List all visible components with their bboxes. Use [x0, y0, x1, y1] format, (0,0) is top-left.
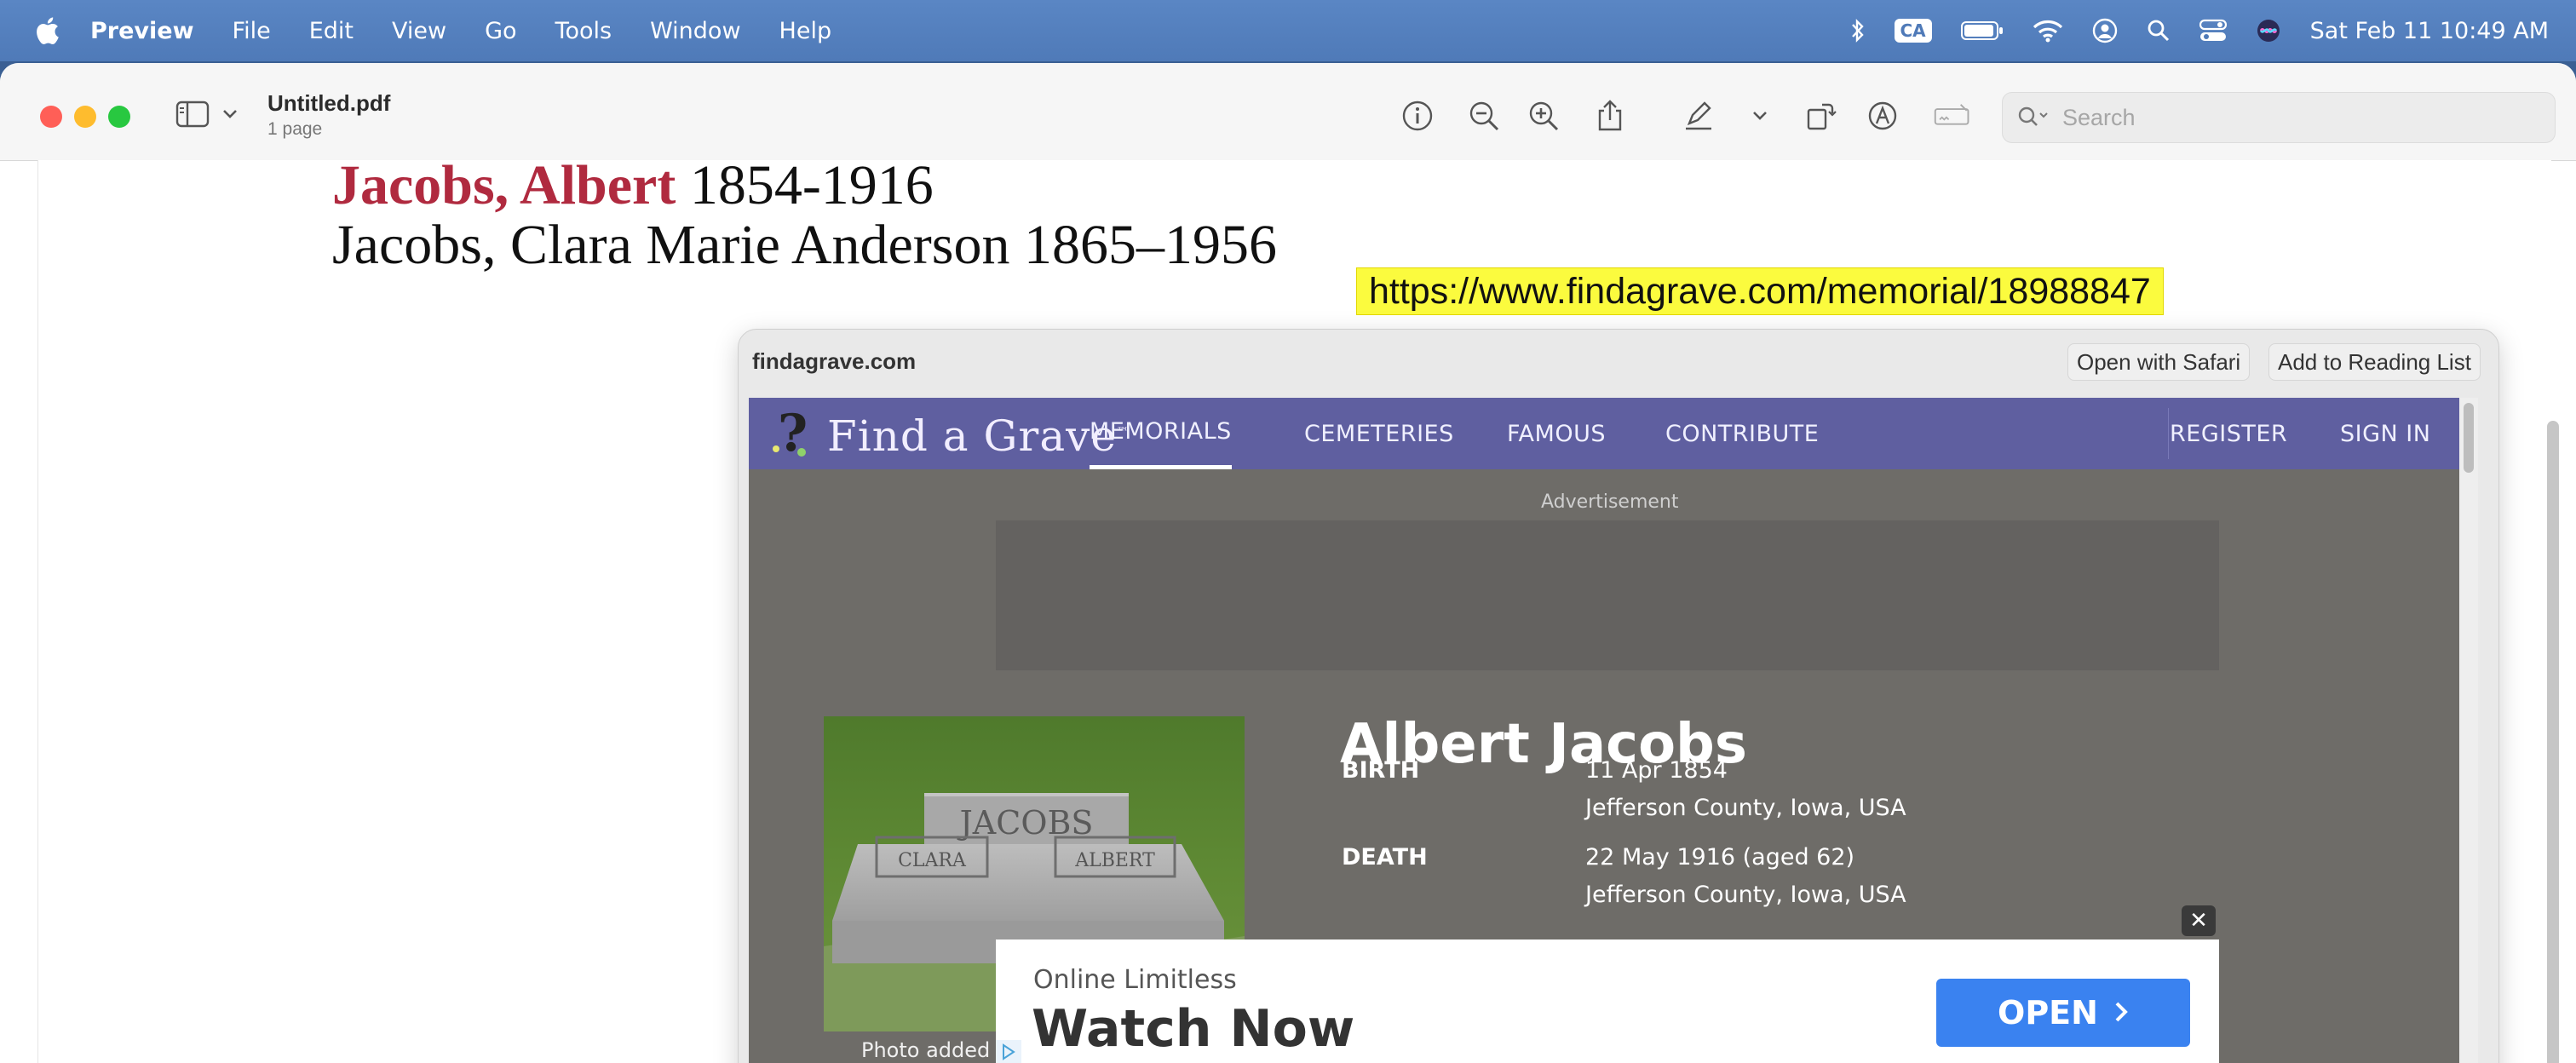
input-source-badge[interactable]: CA	[1894, 19, 1932, 43]
preview-domain: findagrave.com	[752, 348, 917, 374]
search-input[interactable]	[2061, 103, 2541, 132]
zoom-out-icon[interactable]	[1465, 97, 1503, 135]
ad-open-label: OPEN	[1998, 994, 2098, 1031]
pdf-text-line-1: Jacobs, Albert 1854-1916	[332, 153, 934, 218]
minimize-window-button[interactable]	[74, 106, 96, 128]
pdf-name-link[interactable]: Jacobs, Albert	[332, 154, 676, 216]
highlight-options-chevron-icon[interactable]	[1741, 97, 1779, 135]
battery-icon[interactable]	[1960, 20, 2004, 41]
markup-icon[interactable]	[1864, 97, 1901, 135]
zoom-in-icon[interactable]	[1525, 97, 1562, 135]
menu-help[interactable]: Help	[779, 18, 832, 44]
advertisement-slot[interactable]	[996, 520, 2219, 670]
url-highlight-link[interactable]: https://www.findagrave.com/memorial/1898…	[1356, 267, 2164, 315]
ad-close-button[interactable]: ✕	[2182, 905, 2216, 936]
pdf-text-line-2: Jacobs, Clara Marie Anderson 1865–1956	[332, 214, 1277, 276]
add-to-reading-list-button[interactable]: Add to Reading List	[2268, 343, 2481, 381]
headstone-left-text: CLARA	[898, 850, 967, 871]
nav-sign-in[interactable]: SIGN IN	[2340, 398, 2430, 469]
toolbar: Untitled.pdf 1 page	[0, 63, 2576, 161]
photo-caption: Photo added b	[861, 1038, 1010, 1062]
clock[interactable]: Sat Feb 11 10:49 AM	[2310, 18, 2549, 44]
menu-view[interactable]: View	[392, 18, 446, 44]
ad-banner[interactable]: Online Limitless Watch Now OPEN	[996, 939, 2219, 1063]
menu-window[interactable]: Window	[650, 18, 740, 44]
spotlight-icon[interactable]	[2147, 19, 2171, 43]
menu-bar: Preview File Edit View Go Tools Window H…	[0, 0, 2576, 61]
document-page-count: 1 page	[267, 119, 323, 139]
popover-arrow	[1751, 330, 1785, 345]
birth-date: 11 Apr 1854	[1585, 757, 1728, 784]
link-preview-popover: findagrave.com Open with Safari Add to R…	[738, 329, 2499, 1063]
scrollbar-thumb[interactable]	[2547, 421, 2559, 1063]
pdf-years: 1854-1916	[676, 154, 934, 216]
logo-text: Find a Grave™	[827, 411, 1130, 461]
headstone-right-text: ALBERT	[1074, 850, 1155, 871]
status-area: CA Sat Feb 11 10:49 AM	[1850, 0, 2549, 61]
preview-scrollbar-thumb[interactable]	[2464, 403, 2474, 473]
form-fill-icon[interactable]	[1934, 97, 1971, 135]
nav-contribute[interactable]: CONTRIBUTE	[1665, 398, 1819, 469]
findagrave-nav: ? Find a Grave™ MEMORIALS CEMETERIES FAM…	[749, 398, 2478, 469]
open-with-safari-button[interactable]: Open with Safari	[2067, 343, 2251, 381]
nav-register[interactable]: REGISTER	[2170, 398, 2287, 469]
apple-icon[interactable]	[34, 16, 60, 45]
death-place[interactable]: Jefferson County, Iowa, USA	[1585, 882, 1906, 908]
preview-scrollbar[interactable]	[2459, 398, 2478, 1063]
close-window-button[interactable]	[40, 106, 62, 128]
death-label: DEATH	[1342, 844, 1428, 871]
document-title: Untitled.pdf	[267, 90, 391, 116]
advertisement-label: Advertisement	[1541, 491, 1679, 513]
bluetooth-icon[interactable]	[1850, 18, 1866, 43]
findagrave-logo[interactable]: ? Find a Grave™	[768, 404, 1130, 465]
ad-open-button[interactable]: OPEN	[1936, 979, 2190, 1047]
user-icon[interactable]	[2092, 18, 2118, 43]
death-date: 22 May 1916 (aged 62)	[1585, 844, 1855, 871]
chevron-right-icon	[2113, 994, 2129, 1031]
menu-go[interactable]: Go	[485, 18, 516, 44]
highlight-pen-icon[interactable]	[1680, 97, 1717, 135]
birth-label: BIRTH	[1342, 757, 1420, 784]
adchoices-icon[interactable]	[996, 1040, 1021, 1063]
chevron-down-icon	[221, 108, 239, 124]
menu-app-preview[interactable]: Preview	[90, 18, 194, 44]
rotate-icon[interactable]	[1803, 97, 1840, 135]
share-icon[interactable]	[1591, 97, 1629, 135]
headstone-family-text: JACOBS	[957, 804, 1094, 842]
sidebar-toggle[interactable]	[175, 101, 239, 132]
birth-place[interactable]: Jefferson County, Iowa, USA	[1585, 795, 1906, 821]
ad-tagline: Online Limitless	[1033, 965, 1237, 995]
nav-cemeteries[interactable]: CEMETERIES	[1304, 398, 1454, 469]
menu-file[interactable]: File	[233, 18, 271, 44]
sidebar-icon	[175, 101, 210, 132]
search-field[interactable]	[2002, 92, 2556, 143]
wifi-icon[interactable]	[2033, 19, 2063, 43]
ad-headline: Watch Now	[1032, 999, 1355, 1059]
control-center-icon[interactable]	[2199, 19, 2227, 43]
menu-tools[interactable]: Tools	[555, 18, 612, 44]
zoom-window-button[interactable]	[108, 106, 130, 128]
menu-edit[interactable]: Edit	[309, 18, 354, 44]
web-preview: ? Find a Grave™ MEMORIALS CEMETERIES FAM…	[749, 398, 2478, 1063]
document-scrollbar[interactable]	[2547, 165, 2559, 1063]
siri-icon[interactable]	[2256, 18, 2281, 43]
info-icon[interactable]	[1399, 97, 1436, 135]
preview-window: Untitled.pdf 1 page Search Jacobs, Alber…	[0, 63, 2576, 1063]
search-icon	[2016, 105, 2050, 130]
nav-memorials[interactable]: MEMORIALS	[1090, 398, 1232, 469]
nav-divider	[2168, 408, 2169, 459]
nav-famous[interactable]: FAMOUS	[1507, 398, 1606, 469]
logo-question-icon: ?	[768, 404, 819, 465]
